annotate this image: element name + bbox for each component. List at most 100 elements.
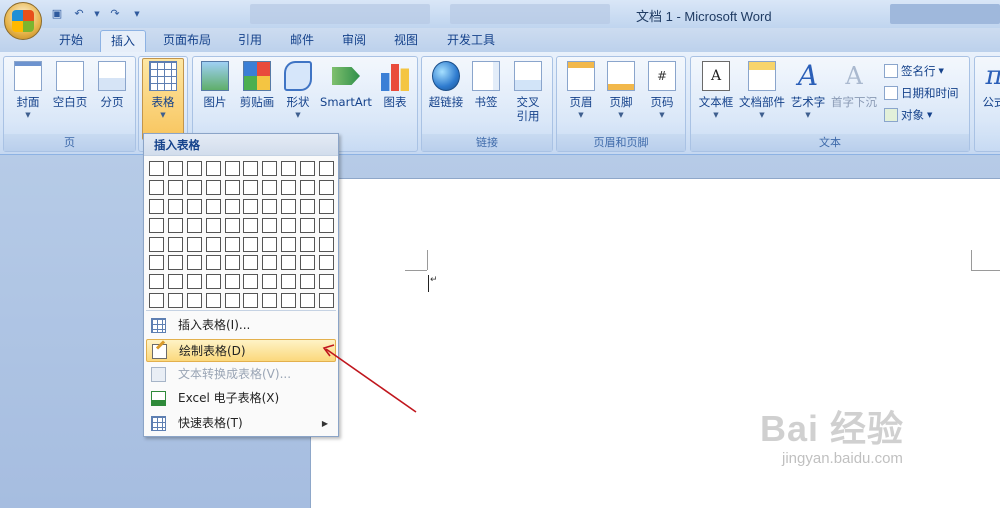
grid-cell[interactable] [281, 198, 297, 214]
wordart-button[interactable]: A 艺术字 ▼ [788, 59, 828, 121]
grid-cell[interactable] [205, 293, 221, 309]
grid-cell[interactable] [319, 217, 335, 233]
grid-cell[interactable] [262, 198, 278, 214]
grid-cell[interactable] [224, 255, 240, 271]
signature-line-button[interactable]: 签名行 ▼ [884, 63, 944, 79]
equation-button[interactable]: π 公式 [979, 59, 1000, 109]
table-size-grid[interactable] [149, 161, 335, 309]
grid-cell[interactable] [186, 217, 202, 233]
tab-mailings[interactable]: 邮件 [280, 30, 324, 52]
grid-cell[interactable] [262, 217, 278, 233]
grid-cell[interactable] [262, 293, 278, 309]
grid-cell[interactable] [281, 274, 297, 290]
grid-cell[interactable] [167, 161, 183, 176]
drop-cap-button[interactable]: A 首字下沉 [829, 59, 879, 109]
quick-tables-menu-item[interactable]: 快速表格(T) ▶ [146, 412, 336, 435]
tab-references[interactable]: 引用 [228, 30, 272, 52]
tab-page-layout[interactable]: 页面布局 [154, 30, 220, 52]
convert-text-to-table-menu-item[interactable]: 文本转换成表格(V)... [146, 363, 336, 386]
grid-cell[interactable] [243, 161, 259, 176]
grid-cell[interactable] [167, 236, 183, 252]
page-number-button[interactable]: # 页码 ▼ [643, 59, 681, 121]
grid-cell[interactable] [186, 293, 202, 309]
grid-cell[interactable] [243, 236, 259, 252]
header-button[interactable]: 页眉 ▼ [562, 59, 600, 121]
grid-cell[interactable] [224, 274, 240, 290]
grid-cell[interactable] [281, 179, 297, 195]
grid-cell[interactable] [149, 179, 164, 195]
grid-cell[interactable] [167, 255, 183, 271]
picture-button[interactable]: 图片 [199, 59, 231, 109]
tab-home[interactable]: 开始 [46, 30, 96, 52]
tab-review[interactable]: 审阅 [332, 30, 376, 52]
footer-button[interactable]: 页脚 ▼ [602, 59, 640, 121]
grid-cell[interactable] [149, 236, 164, 252]
grid-cell[interactable] [149, 161, 164, 176]
grid-cell[interactable] [167, 217, 183, 233]
office-button[interactable] [4, 2, 42, 40]
grid-cell[interactable] [149, 255, 164, 271]
grid-cell[interactable] [149, 198, 164, 214]
grid-cell[interactable] [205, 255, 221, 271]
page-break-button[interactable]: 分页 [92, 59, 132, 109]
cross-reference-button[interactable]: 交叉 引用 [508, 59, 548, 123]
grid-cell[interactable] [243, 198, 259, 214]
cover-page-button[interactable]: 封面 ▼ [8, 59, 48, 121]
grid-cell[interactable] [300, 274, 316, 290]
grid-cell[interactable] [243, 217, 259, 233]
grid-cell[interactable] [319, 161, 335, 176]
grid-cell[interactable] [281, 255, 297, 271]
bookmark-button[interactable]: 书签 [468, 59, 504, 109]
insert-table-menu-item[interactable]: 插入表格(I)... [146, 314, 336, 337]
grid-cell[interactable] [167, 179, 183, 195]
clip-art-button[interactable]: 剪贴画 [235, 59, 279, 109]
shapes-button[interactable]: 形状 ▼ [281, 59, 315, 121]
excel-spreadsheet-menu-item[interactable]: Excel 电子表格(X) [146, 387, 336, 410]
grid-cell[interactable] [281, 217, 297, 233]
grid-cell[interactable] [243, 293, 259, 309]
grid-cell[interactable] [186, 198, 202, 214]
smartart-button[interactable]: SmartArt [317, 59, 375, 109]
grid-cell[interactable] [300, 217, 316, 233]
hyperlink-button[interactable]: 超链接 [426, 59, 466, 109]
grid-cell[interactable] [243, 179, 259, 195]
grid-cell[interactable] [300, 179, 316, 195]
grid-cell[interactable] [262, 161, 278, 176]
table-button[interactable]: 表格 ▼ [142, 58, 184, 140]
grid-cell[interactable] [149, 293, 164, 309]
grid-cell[interactable] [319, 293, 335, 309]
grid-cell[interactable] [281, 161, 297, 176]
grid-cell[interactable] [224, 236, 240, 252]
grid-cell[interactable] [205, 161, 221, 176]
grid-cell[interactable] [262, 236, 278, 252]
grid-cell[interactable] [186, 236, 202, 252]
grid-cell[interactable] [205, 217, 221, 233]
grid-cell[interactable] [205, 198, 221, 214]
grid-cell[interactable] [262, 255, 278, 271]
blank-page-button[interactable]: 空白页 [48, 59, 92, 109]
grid-cell[interactable] [319, 198, 335, 214]
date-time-button[interactable]: 日期和时间 [884, 85, 959, 101]
object-button[interactable]: 对象 ▼ [884, 107, 932, 123]
grid-cell[interactable] [205, 236, 221, 252]
grid-cell[interactable] [319, 255, 335, 271]
grid-cell[interactable] [300, 198, 316, 214]
grid-cell[interactable] [243, 255, 259, 271]
grid-cell[interactable] [167, 293, 183, 309]
undo-dropdown-icon[interactable]: ▼ [94, 7, 100, 21]
grid-cell[interactable] [281, 236, 297, 252]
draw-table-menu-item[interactable]: 绘制表格(D) [146, 339, 336, 362]
grid-cell[interactable] [300, 161, 316, 176]
grid-cell[interactable] [224, 179, 240, 195]
grid-cell[interactable] [281, 293, 297, 309]
redo-icon[interactable]: ↷ [108, 7, 122, 21]
text-box-button[interactable]: A 文本框 ▼ [695, 59, 737, 121]
grid-cell[interactable] [167, 198, 183, 214]
tab-developer[interactable]: 开发工具 [436, 30, 506, 52]
tab-view[interactable]: 视图 [384, 30, 428, 52]
grid-cell[interactable] [224, 161, 240, 176]
grid-cell[interactable] [224, 198, 240, 214]
chart-button[interactable]: 图表 [377, 59, 413, 109]
grid-cell[interactable] [205, 179, 221, 195]
grid-cell[interactable] [300, 236, 316, 252]
